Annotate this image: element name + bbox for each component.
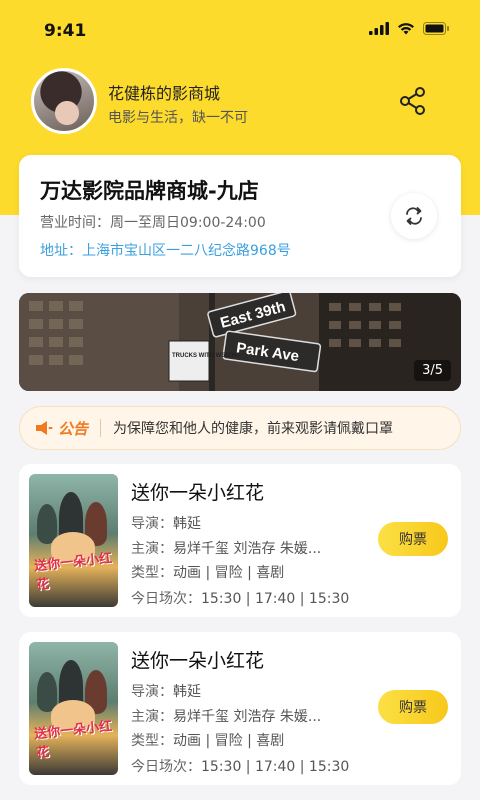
genre-value: 动画 | 冒险 | 喜剧 [173, 565, 285, 581]
director-label: 导演： [131, 516, 173, 532]
movie-card[interactable]: 送你一朵小红花 送你一朵小红花 导演：韩延 主演：易烊千玺 刘浩存 朱媛... … [19, 464, 461, 617]
notice-divider [100, 419, 102, 437]
movie-showtimes: 今日场次：15:30 | 17:40 | 15:30 [131, 756, 349, 776]
buy-ticket-button[interactable]: 购票 [378, 690, 448, 724]
cast-value: 易烊千玺 刘浩存 朱媛... [173, 541, 322, 557]
share-icon[interactable] [397, 85, 429, 117]
poster-caption: 送你一朵小红花 [33, 551, 113, 594]
movie-cast: 主演：易烊千玺 刘浩存 朱媛... [131, 706, 321, 726]
notice-bar[interactable]: 公告 为保障您和他人的健康，前来观影请佩戴口罩 [19, 406, 461, 450]
cast-value: 易烊千玺 刘浩存 朱媛... [173, 709, 322, 725]
director-label: 导演： [131, 684, 173, 700]
cast-label: 主演： [131, 541, 173, 557]
movie-cast: 主演：易烊千玺 刘浩存 朱媛... [131, 538, 321, 558]
showtimes-label: 今日场次： [131, 591, 201, 607]
movie-card[interactable]: 送你一朵小红花 送你一朵小红花 导演：韩延 主演：易烊千玺 刘浩存 朱媛... … [19, 632, 461, 785]
banner-pager: 3/5 [414, 360, 451, 381]
store-card: 万达影院品牌商城-九店 营业时间：周一至周日09:00-24:00 地址：上海市… [19, 155, 461, 277]
store-name: 万达影院品牌商城-九店 [40, 179, 259, 203]
movie-title: 送你一朵小红花 [131, 482, 265, 504]
movie-showtimes: 今日场次：15:30 | 17:40 | 15:30 [131, 588, 349, 608]
buy-ticket-button[interactable]: 购票 [378, 522, 448, 556]
movie-director: 导演：韩延 [131, 681, 201, 701]
genre-label: 类型： [131, 733, 173, 749]
signal-icon [369, 22, 389, 35]
director-value: 韩延 [173, 684, 201, 700]
battery-icon [423, 22, 449, 35]
genre-label: 类型： [131, 565, 173, 581]
showtimes-value: 15:30 | 17:40 | 15:30 [201, 591, 350, 607]
switch-store-button[interactable] [391, 193, 437, 239]
megaphone-icon [36, 421, 53, 435]
avatar[interactable] [31, 68, 97, 134]
banner-sign-trucks: TRUCKS WITH WEIGHT [172, 353, 240, 359]
store-address[interactable]: 地址：上海市宝山区一二八纪念路968号 [40, 240, 291, 260]
notice-text: 为保障您和他人的健康，前来观影请佩戴口罩 [113, 421, 394, 437]
movie-title: 送你一朵小红花 [131, 650, 265, 672]
switch-icon [406, 207, 422, 225]
genre-value: 动画 | 冒险 | 喜剧 [173, 733, 285, 749]
banner-carousel[interactable]: East 39th Park Ave TRUCKS WITH WEIGHT 3/… [19, 293, 461, 391]
poster-caption: 送你一朵小红花 [33, 719, 113, 762]
showtimes-label: 今日场次： [131, 759, 201, 775]
movie-poster[interactable]: 送你一朵小红花 [29, 642, 118, 775]
store-hours: 营业时间：周一至周日09:00-24:00 [40, 215, 266, 231]
movie-genre: 类型：动画 | 冒险 | 喜剧 [131, 730, 284, 750]
wifi-icon [398, 23, 414, 35]
profile-name: 花健栋的影商城 [108, 84, 221, 103]
banner-image: East 39th Park Ave TRUCKS WITH WEIGHT [19, 293, 461, 391]
profile-slogan: 电影与生活，缺一不可 [108, 110, 248, 126]
status-time: 9:41 [44, 21, 87, 41]
notice-tag: 公告 [58, 419, 89, 438]
director-value: 韩延 [173, 516, 201, 532]
movie-director: 导演：韩延 [131, 513, 201, 533]
cast-label: 主演： [131, 709, 173, 725]
showtimes-value: 15:30 | 17:40 | 15:30 [201, 759, 350, 775]
movie-poster[interactable]: 送你一朵小红花 [29, 474, 118, 607]
status-bar: 9:41 [0, 0, 480, 60]
movie-genre: 类型：动画 | 冒险 | 喜剧 [131, 562, 284, 582]
status-icons [369, 22, 450, 35]
